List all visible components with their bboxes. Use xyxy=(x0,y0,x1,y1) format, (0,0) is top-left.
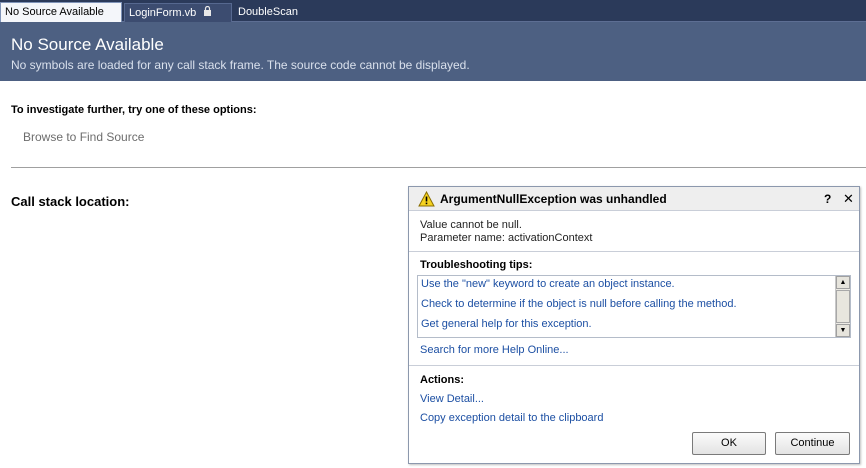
tip-link[interactable]: Check to determine if the object is null… xyxy=(421,298,737,310)
warning-icon xyxy=(418,190,435,210)
call-stack-location-label: Call stack location: xyxy=(11,194,130,209)
exception-message: Value cannot be null. Parameter name: ac… xyxy=(420,219,592,245)
actions-heading: Actions: xyxy=(420,374,464,386)
tab-doublescan[interactable]: DoubleScan xyxy=(234,3,314,22)
separator xyxy=(409,365,859,366)
document-tab-strip: No Source Available LoginForm.vb DoubleS… xyxy=(0,0,866,22)
separator xyxy=(409,251,859,252)
divider xyxy=(11,167,866,168)
search-help-online-link[interactable]: Search for more Help Online... xyxy=(420,344,569,356)
tab-label: DoubleScan xyxy=(238,6,298,18)
header-banner: No Source Available No symbols are loade… xyxy=(0,22,866,81)
message-line-1: Value cannot be null. xyxy=(420,219,522,231)
investigate-heading: To investigate further, try one of these… xyxy=(11,104,257,116)
message-line-2: Parameter name: activationContext xyxy=(420,232,593,244)
close-button[interactable]: ✕ xyxy=(843,191,854,207)
tab-label: No Source Available xyxy=(5,6,104,18)
page-subtitle: No symbols are loaded for any call stack… xyxy=(11,58,470,72)
exception-title: ArgumentNullException was unhandled xyxy=(440,192,667,206)
continue-button[interactable]: Continue xyxy=(775,432,850,455)
tip-link[interactable]: Get general help for this exception. xyxy=(421,318,592,330)
tips-scrollbar[interactable]: ▲ ▼ xyxy=(835,276,850,337)
tab-label: LoginForm.vb xyxy=(129,7,197,19)
page-title: No Source Available xyxy=(11,35,164,54)
scroll-down-icon[interactable]: ▼ xyxy=(836,324,850,337)
lock-icon xyxy=(203,4,212,22)
copy-exception-detail-link[interactable]: Copy exception detail to the clipboard xyxy=(420,412,603,424)
exception-assistant-popup: ArgumentNullException was unhandled ? ✕ … xyxy=(408,186,860,464)
troubleshooting-tips-list: Use the "new" keyword to create an objec… xyxy=(417,275,851,338)
exception-header: ArgumentNullException was unhandled ? ✕ xyxy=(409,187,859,211)
troubleshooting-tips-heading: Troubleshooting tips: xyxy=(420,259,533,271)
tab-loginform-vb[interactable]: LoginForm.vb xyxy=(124,3,232,22)
help-button[interactable]: ? xyxy=(824,192,831,206)
ok-button[interactable]: OK xyxy=(692,432,766,455)
tab-no-source-available[interactable]: No Source Available xyxy=(0,2,122,22)
browse-to-find-source-link[interactable]: Browse to Find Source xyxy=(23,130,144,144)
tip-link[interactable]: Use the "new" keyword to create an objec… xyxy=(421,278,675,290)
scroll-thumb[interactable] xyxy=(836,290,850,323)
scroll-up-icon[interactable]: ▲ xyxy=(836,276,850,289)
view-detail-link[interactable]: View Detail... xyxy=(420,393,484,405)
